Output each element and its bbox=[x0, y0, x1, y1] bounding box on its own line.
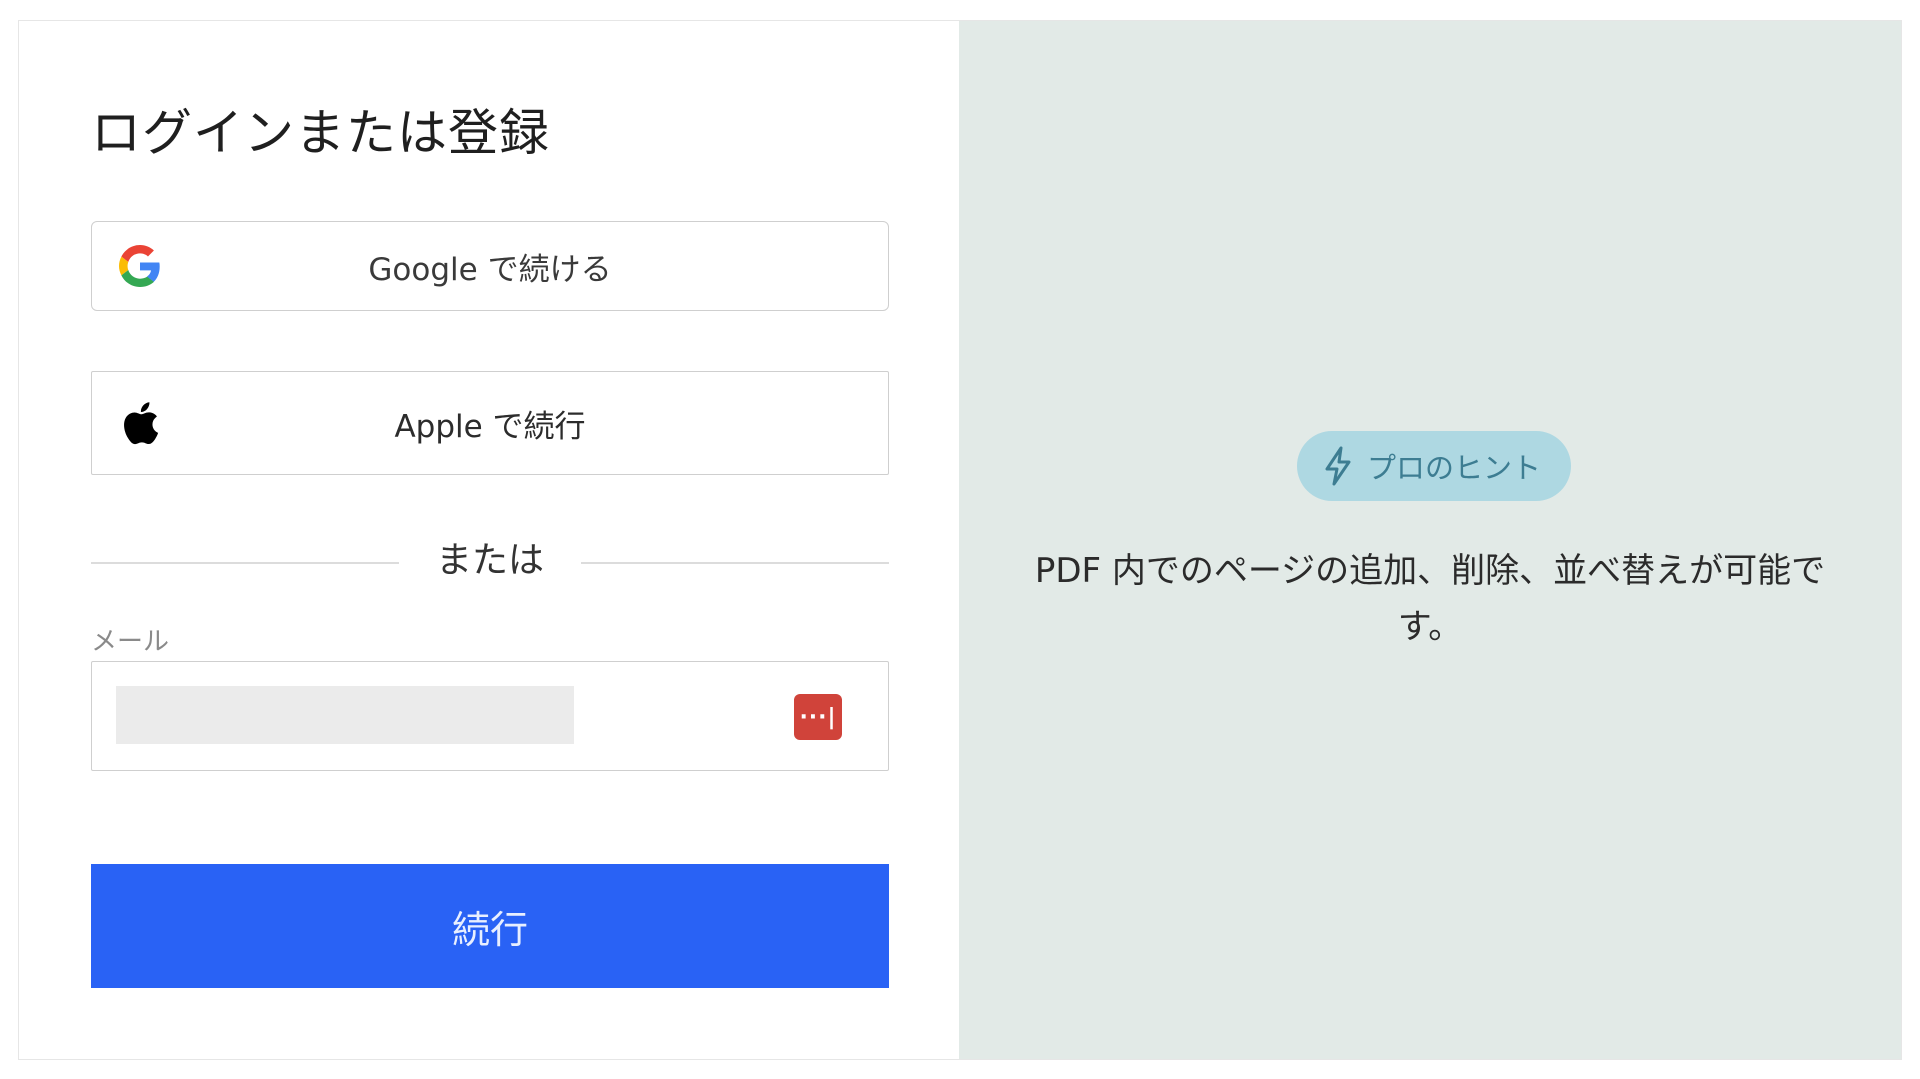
continue-button[interactable]: 続行 bbox=[91, 864, 889, 988]
pro-tip-label: プロのヒント bbox=[1366, 451, 1542, 485]
password-manager-icon[interactable]: ···| bbox=[794, 694, 842, 740]
email-label: メール bbox=[91, 627, 170, 657]
or-divider: または bbox=[91, 531, 889, 581]
login-panel: ログインまたは登録 Google で続ける Apple で続行 または メール … bbox=[19, 21, 959, 1059]
email-field-container: ···| bbox=[91, 661, 889, 771]
pro-tip-badge: プロのヒント bbox=[1296, 431, 1572, 501]
google-button-label: Google で続ける bbox=[368, 251, 612, 288]
page-title: ログインまたは登録 bbox=[91, 104, 550, 162]
email-field[interactable] bbox=[116, 686, 574, 744]
google-logo-icon bbox=[118, 244, 162, 288]
login-modal: ログインまたは登録 Google で続ける Apple で続行 または メール … bbox=[18, 20, 1902, 1060]
tip-panel: プロのヒント PDF 内でのページの追加、削除、並べ替えが可能です。 bbox=[959, 21, 1901, 1059]
lightning-bolt-icon bbox=[1321, 446, 1355, 486]
divider-text: または bbox=[435, 540, 544, 581]
apple-signin-button[interactable]: Apple で続行 bbox=[91, 371, 889, 475]
google-signin-button[interactable]: Google で続ける bbox=[91, 221, 889, 311]
divider-line-right bbox=[581, 562, 889, 564]
tip-text: PDF 内でのページの追加、削除、並べ替えが可能です。 bbox=[1034, 551, 1826, 647]
apple-button-label: Apple で続行 bbox=[394, 408, 586, 445]
apple-logo-icon bbox=[118, 401, 162, 445]
